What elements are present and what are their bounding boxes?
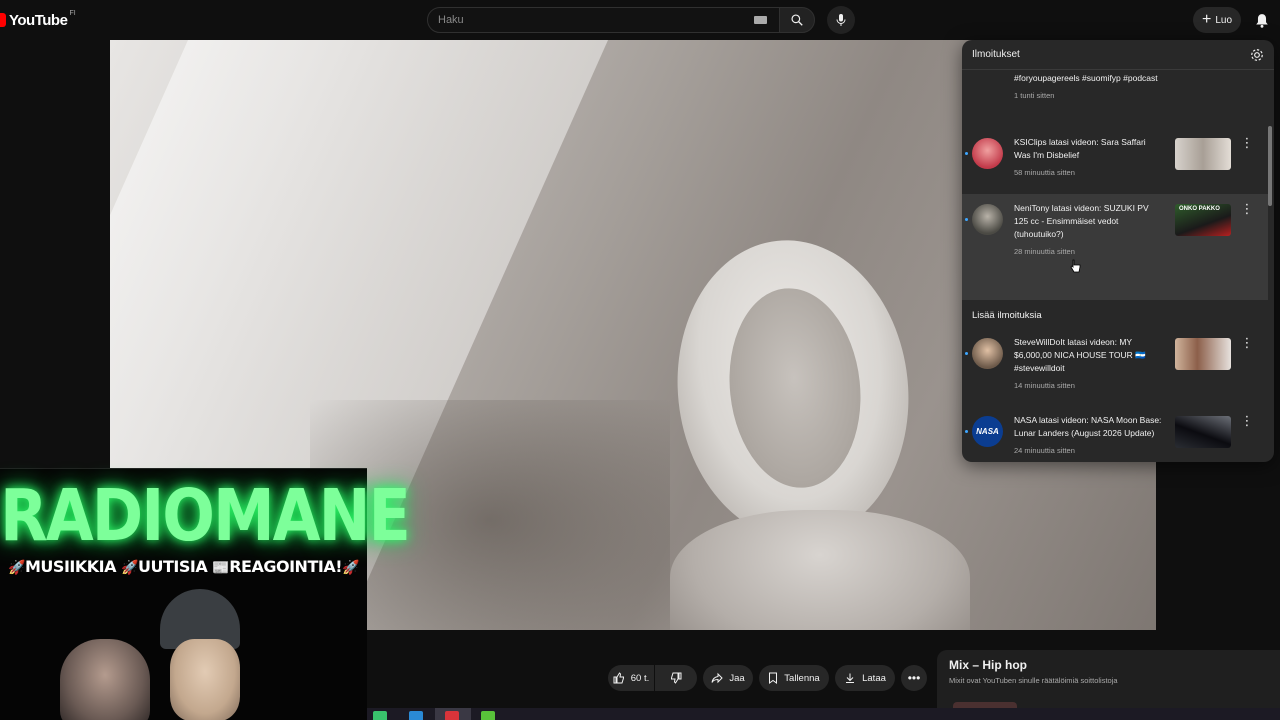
thumbs-down-icon: [670, 672, 682, 684]
unread-dot: [965, 152, 968, 155]
plus-icon: +: [1201, 11, 1212, 28]
settings-gear-icon[interactable]: [1250, 48, 1264, 62]
notifications-panel: Ilmoitukset #foryoupagereels #suomifyp #…: [962, 40, 1274, 462]
video-thumbnail[interactable]: [1175, 338, 1231, 370]
more-options-icon[interactable]: ⋮: [1240, 202, 1254, 300]
voice-search-button[interactable]: [827, 6, 855, 34]
notification-item[interactable]: #foryoupagereels #suomifyp #podcast 1 tu…: [962, 72, 1268, 105]
notification-time: 24 minuuttia sitten: [1014, 446, 1075, 455]
notification-item[interactable]: KSIClips latasi videon: Sara Saffari Was…: [962, 136, 1268, 198]
search-input[interactable]: [438, 14, 754, 26]
avatar-face: [170, 639, 240, 720]
bookmark-icon: [768, 672, 778, 684]
thumbnail-caption: ONKO PAKKO: [1179, 206, 1220, 212]
overlay-subtitle-1: MUSIIKKIA: [25, 557, 116, 576]
notification-time: 28 minuuttia sitten: [1014, 247, 1075, 256]
notifications-scrollbar[interactable]: [1268, 126, 1272, 206]
taskbar-app-icon[interactable]: [373, 711, 387, 720]
channel-avatar-ksiclips[interactable]: [972, 138, 1003, 169]
video-thumbnail[interactable]: [1175, 416, 1231, 448]
search-icon: [791, 14, 803, 26]
microphone-icon: [836, 14, 846, 26]
more-horizontal-icon: •••: [907, 671, 921, 685]
more-notifications-heading: Lisää ilmoituksia: [972, 310, 1042, 321]
share-icon: [711, 672, 724, 684]
bell-icon: [1256, 13, 1268, 28]
channel-avatar-stevewilldoit[interactable]: [972, 338, 1003, 369]
taskbar-app-icon[interactable]: [481, 711, 495, 720]
notification-time: 1 tunti sitten: [1014, 91, 1055, 100]
channel-avatar-nasa[interactable]: NASA: [972, 416, 1003, 447]
mix-title: Mix – Hip hop: [949, 658, 1027, 672]
notification-item[interactable]: NASA NASA latasi videon: NASA Moon Base:…: [962, 414, 1268, 462]
notifications-title: Ilmoitukset: [972, 49, 1020, 60]
webcam-feed: [50, 589, 270, 720]
like-button[interactable]: 60 t.: [608, 665, 654, 691]
youtube-play-icon: [0, 13, 6, 27]
unread-dot: [965, 218, 968, 221]
dislike-button[interactable]: [655, 665, 697, 691]
more-actions-button[interactable]: •••: [901, 665, 927, 691]
overlay-subtitle-2: UUTISIA: [138, 557, 208, 576]
notification-text: KSIClips latasi videon: Sara Saffari Was…: [1014, 136, 1162, 198]
overlay-title: RADIOMANE: [0, 473, 411, 558]
video-frame-toilet-base: [670, 510, 970, 630]
webcam-person: [60, 639, 150, 720]
share-label: Jaa: [729, 672, 745, 684]
notification-text: SteveWillDoIt latasi videon: MY $6,000,0…: [1014, 336, 1162, 406]
overlay-subtitle-3: REAGOINTIA!: [229, 557, 342, 576]
notifications-list[interactable]: #foryoupagereels #suomifyp #podcast 1 tu…: [962, 70, 1274, 462]
unread-dot: [965, 352, 968, 355]
mix-subtitle: Mixit ovat YouTuben sinulle räätälöimiä …: [949, 676, 1118, 685]
notification-text: NeniTony latasi videon: SUZUKI PV 125 cc…: [1014, 202, 1162, 300]
stream-overlay: RADIOMANE 🚀MUSIIKKIA 🚀UUTISIA 📰REAGOINTI…: [0, 468, 411, 720]
notification-text: NASA latasi videon: NASA Moon Base: Luna…: [1014, 415, 1162, 455]
create-label: Luo: [1215, 14, 1233, 26]
search-box[interactable]: [427, 7, 780, 33]
save-button[interactable]: Tallenna: [759, 665, 829, 691]
rocket-icon: 🚀: [342, 560, 359, 576]
taskbar-app-icon[interactable]: [445, 711, 459, 720]
video-thumbnail[interactable]: [1175, 138, 1231, 170]
nasa-logo-text: NASA: [976, 427, 999, 436]
video-thumbnail[interactable]: ONKO PAKKO: [1175, 204, 1231, 236]
notification-time: 14 minuuttia sitten: [1014, 381, 1075, 390]
download-icon: [844, 672, 856, 684]
like-count: 60 t.: [630, 672, 650, 684]
taskbar-browser-icon[interactable]: [409, 711, 423, 720]
top-bar: YouTube FI + Luo: [0, 0, 1280, 40]
create-button[interactable]: + Luo: [1193, 7, 1241, 33]
notifications-header: Ilmoitukset: [962, 40, 1274, 70]
share-button[interactable]: Jaa: [703, 665, 753, 691]
notification-item[interactable]: SteveWillDoIt latasi videon: MY $6,000,0…: [962, 336, 1268, 406]
notification-time: 58 minuuttia sitten: [1014, 168, 1075, 177]
keyboard-icon[interactable]: [754, 16, 767, 24]
download-label: Lataa: [862, 672, 886, 684]
rocket-icon: 🚀: [8, 560, 25, 576]
thumbs-up-icon: [613, 672, 625, 684]
os-taskbar: [367, 708, 1280, 720]
newspaper-icon: 📰: [212, 560, 230, 576]
notification-text: #foryoupagereels #suomifyp #podcast 1 tu…: [1014, 72, 1162, 105]
save-label: Tallenna: [784, 672, 820, 684]
rocket-icon: 🚀: [121, 560, 138, 576]
search-button[interactable]: [779, 7, 815, 33]
notifications-button[interactable]: [1253, 11, 1271, 29]
youtube-logo[interactable]: YouTube FI: [0, 10, 76, 30]
more-options-icon[interactable]: ⋮: [1240, 336, 1254, 406]
more-options-icon[interactable]: ⋮: [1240, 136, 1254, 198]
download-button[interactable]: Lataa: [835, 665, 895, 691]
overlay-subtitle: 🚀MUSIIKKIA 🚀UUTISIA 📰REAGOINTIA!🚀: [0, 557, 367, 576]
logo-country-code: FI: [69, 9, 76, 17]
unread-dot: [965, 430, 968, 433]
logo-text: YouTube: [9, 11, 68, 29]
hand-cursor-icon: [1070, 259, 1081, 273]
notification-item[interactable]: NeniTony latasi videon: SUZUKI PV 125 cc…: [962, 194, 1268, 300]
more-options-icon[interactable]: ⋮: [1240, 414, 1254, 462]
channel-avatar-nenitony[interactable]: [972, 204, 1003, 235]
